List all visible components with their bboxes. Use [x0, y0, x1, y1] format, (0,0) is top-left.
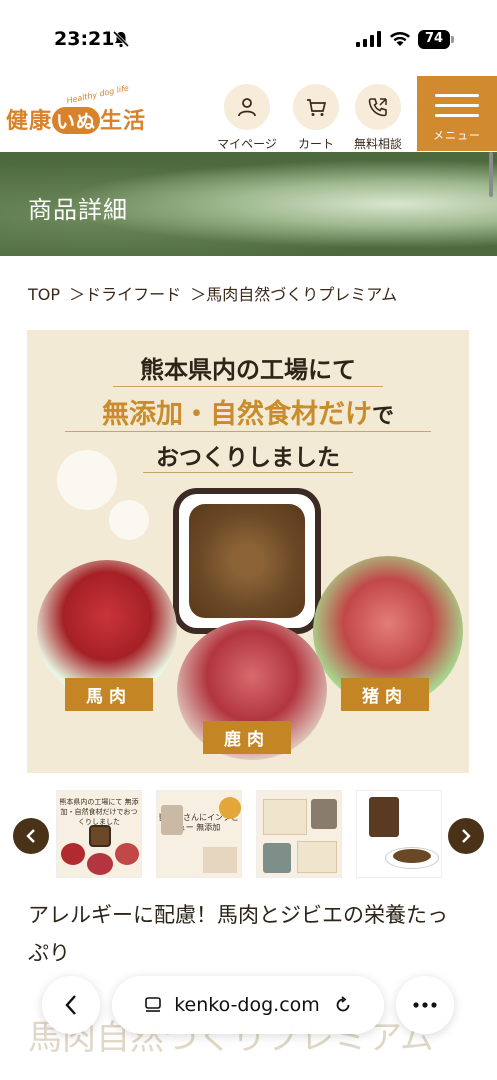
image-headline-2: 無添加・自然食材だけで: [101, 399, 394, 430]
bell-muted-icon: [112, 30, 130, 48]
address-bar[interactable]: kenko-dog.com: [112, 976, 384, 1034]
deer-meat-label: 鹿肉: [203, 721, 291, 754]
site-header: Healthy dog life 健康 いぬ 生活 マイページ カート 無料相談…: [0, 76, 497, 152]
horse-meat-label: 馬肉: [65, 678, 153, 711]
status-time: 23:21: [54, 28, 115, 50]
back-button[interactable]: [42, 976, 100, 1034]
dog-food-bowl-image: [173, 488, 321, 634]
page-hero-banner: 商品詳細: [0, 152, 497, 256]
url-text: kenko-dog.com: [174, 994, 320, 1016]
person-icon: [238, 98, 256, 117]
wifi-icon: [390, 32, 410, 46]
page-title: 商品詳細: [28, 196, 128, 224]
breadcrumb-current: ＞馬肉自然づくりプレミアム: [190, 285, 398, 304]
image-headline-1: 熊本県内の工場にて: [140, 355, 356, 384]
product-catchcopy: アレルギーに配慮！馬肉とジビエの栄養たっぷり: [28, 903, 448, 965]
reader-mode-icon[interactable]: [144, 996, 162, 1014]
battery-indicator: 74: [418, 30, 454, 49]
mypage-button[interactable]: マイページ: [212, 84, 282, 152]
carousel-next-button[interactable]: [448, 818, 484, 854]
browser-toolbar: kenko-dog.com: [0, 972, 497, 1080]
status-bar: 23:21 74: [0, 0, 497, 78]
more-options-button[interactable]: [396, 976, 454, 1034]
breadcrumb-dry-food[interactable]: ＞ドライフード: [69, 285, 181, 304]
chevron-left-icon: [65, 995, 76, 1015]
cart-button[interactable]: カート: [281, 84, 351, 152]
boar-meat-label: 猪肉: [341, 678, 429, 711]
thumbnail-strip: 熊本県内の工場にて 無添加・自然食材だけでおつくりしました 獣医師さんにインタビ…: [0, 790, 497, 880]
breadcrumb: TOP ＞ドライフード ＞馬肉自然づくりプレミアム: [28, 281, 401, 305]
breadcrumb-top[interactable]: TOP: [28, 285, 60, 304]
thumbnail-4[interactable]: [356, 790, 442, 878]
thumbnail-3[interactable]: [256, 790, 342, 878]
logo-text: 健康 いぬ 生活: [6, 107, 147, 134]
cart-icon: [307, 99, 327, 116]
product-main-image[interactable]: 熊本県内の工場にて 無添加・自然食材だけで おつくりしました 馬肉 鹿肉 猪肉: [27, 330, 469, 773]
thumbnail-2[interactable]: 獣医師さんにインタビュー 無添加: [156, 790, 242, 878]
image-headline-3: おつくりしました: [156, 444, 340, 471]
thumbnail-1[interactable]: 熊本県内の工場にて 無添加・自然食材だけでおつくりしました: [56, 790, 142, 878]
phone-icon: [368, 98, 387, 117]
free-consultation-button[interactable]: 無料相談: [343, 84, 413, 152]
cellular-signal-icon: [356, 31, 381, 47]
site-logo[interactable]: Healthy dog life 健康 いぬ 生活: [6, 84, 166, 142]
menu-button[interactable]: メニュー: [417, 76, 497, 151]
reload-icon[interactable]: [334, 996, 352, 1014]
ellipsis-icon: [413, 1002, 437, 1008]
scrollbar[interactable]: [489, 152, 493, 197]
chevron-right-icon: [462, 829, 471, 843]
